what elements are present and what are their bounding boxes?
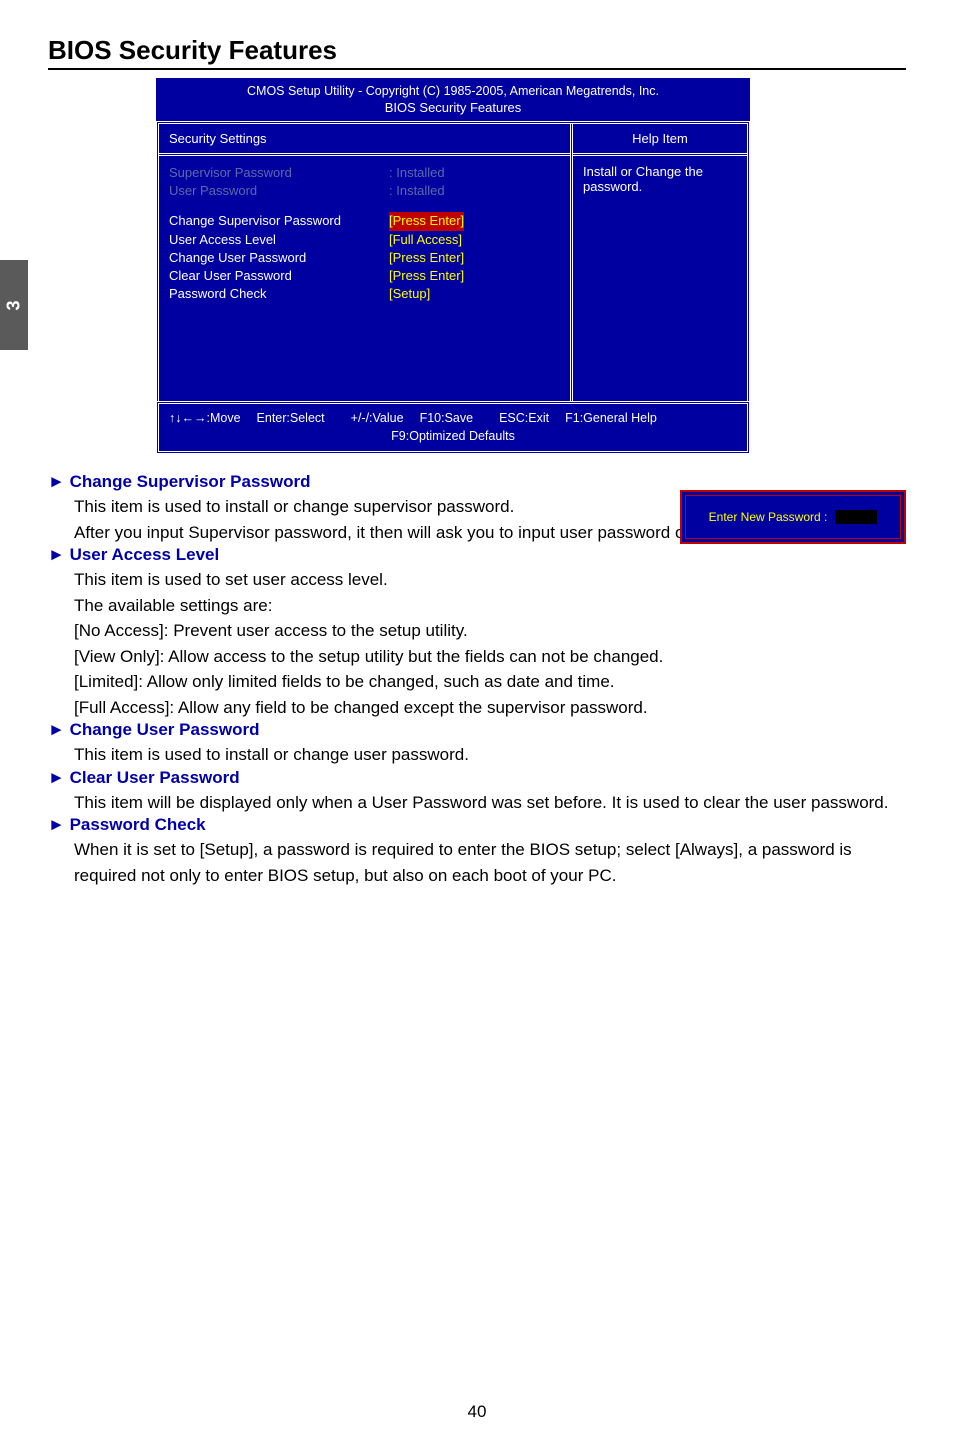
footer-select: Enter:Select <box>257 410 325 428</box>
bios-left-header: Security Settings <box>159 124 570 156</box>
section-heading: Change User Password <box>48 720 906 740</box>
bios-value: : Installed <box>389 164 445 182</box>
chapter-tab: 3 <box>0 260 28 350</box>
bios-help-text: Install or Change the password. <box>573 156 747 202</box>
bios-row-password-check[interactable]: Password Check [Setup] <box>169 285 560 303</box>
bios-setup-window: CMOS Setup Utility - Copyright (C) 1985-… <box>156 78 750 454</box>
bios-value: [Setup] <box>389 285 430 303</box>
section-body: This item is used to set user access lev… <box>74 567 906 720</box>
bios-label: Supervisor Password <box>169 164 389 182</box>
page-title: BIOS Security Features <box>48 35 906 70</box>
footer-help: F1:General Help <box>565 410 657 428</box>
section-heading: User Access Level <box>48 545 906 565</box>
bios-label: User Access Level <box>169 231 389 249</box>
bios-label: Clear User Password <box>169 267 389 285</box>
bios-value: [Full Access] <box>389 231 462 249</box>
bios-row-change-user[interactable]: Change User Password [Press Enter] <box>169 249 560 267</box>
bios-row-userpw: User Password : Installed <box>169 182 560 200</box>
password-dialog: Enter New Password : <box>680 490 906 544</box>
bios-right-panel: Help Item Install or Change the password… <box>573 124 747 401</box>
section-body: This item is used to install or change u… <box>74 742 906 768</box>
bios-row-change-supervisor[interactable]: Change Supervisor Password [Press Enter] <box>169 212 560 230</box>
footer-save: F10:Save <box>420 410 474 428</box>
bios-value: [Press Enter] <box>389 249 464 267</box>
footer-value: +/-/:Value <box>351 410 404 428</box>
password-input[interactable] <box>835 510 877 524</box>
bios-right-header: Help Item <box>573 124 747 156</box>
bios-value: : Installed <box>389 182 445 200</box>
footer-exit: ESC:Exit <box>499 410 549 428</box>
bios-label: Password Check <box>169 285 389 303</box>
bios-label: Change Supervisor Password <box>169 212 389 230</box>
footer-defaults: F9:Optimized Defaults <box>169 428 737 446</box>
chapter-number: 3 <box>3 300 24 310</box>
bios-row-supervisor: Supervisor Password : Installed <box>169 164 560 182</box>
footer-move: ↑↓←→:Move <box>169 410 241 428</box>
bios-value-highlighted: [Press Enter] <box>389 212 464 230</box>
page-number: 40 <box>0 1402 954 1422</box>
bios-label: User Password <box>169 182 389 200</box>
section-body: When it is set to [Setup], a password is… <box>74 837 906 888</box>
section-body: This item will be displayed only when a … <box>74 790 906 816</box>
bios-footer: ↑↓←→:Move Enter:Select +/-/:Value F10:Sa… <box>156 401 750 454</box>
bios-left-panel: Security Settings Supervisor Password : … <box>159 124 573 401</box>
bios-value: [Press Enter] <box>389 267 464 285</box>
bios-title: CMOS Setup Utility - Copyright (C) 1985-… <box>156 78 750 100</box>
bios-subtitle: BIOS Security Features <box>156 100 750 121</box>
section-heading: Clear User Password <box>48 768 906 788</box>
bios-label: Change User Password <box>169 249 389 267</box>
bios-row-user-access[interactable]: User Access Level [Full Access] <box>169 231 560 249</box>
section-heading: Change Supervisor Password <box>48 472 906 492</box>
section-heading: Password Check <box>48 815 906 835</box>
password-dialog-label: Enter New Password : <box>709 510 828 524</box>
bios-row-clear-user[interactable]: Clear User Password [Press Enter] <box>169 267 560 285</box>
